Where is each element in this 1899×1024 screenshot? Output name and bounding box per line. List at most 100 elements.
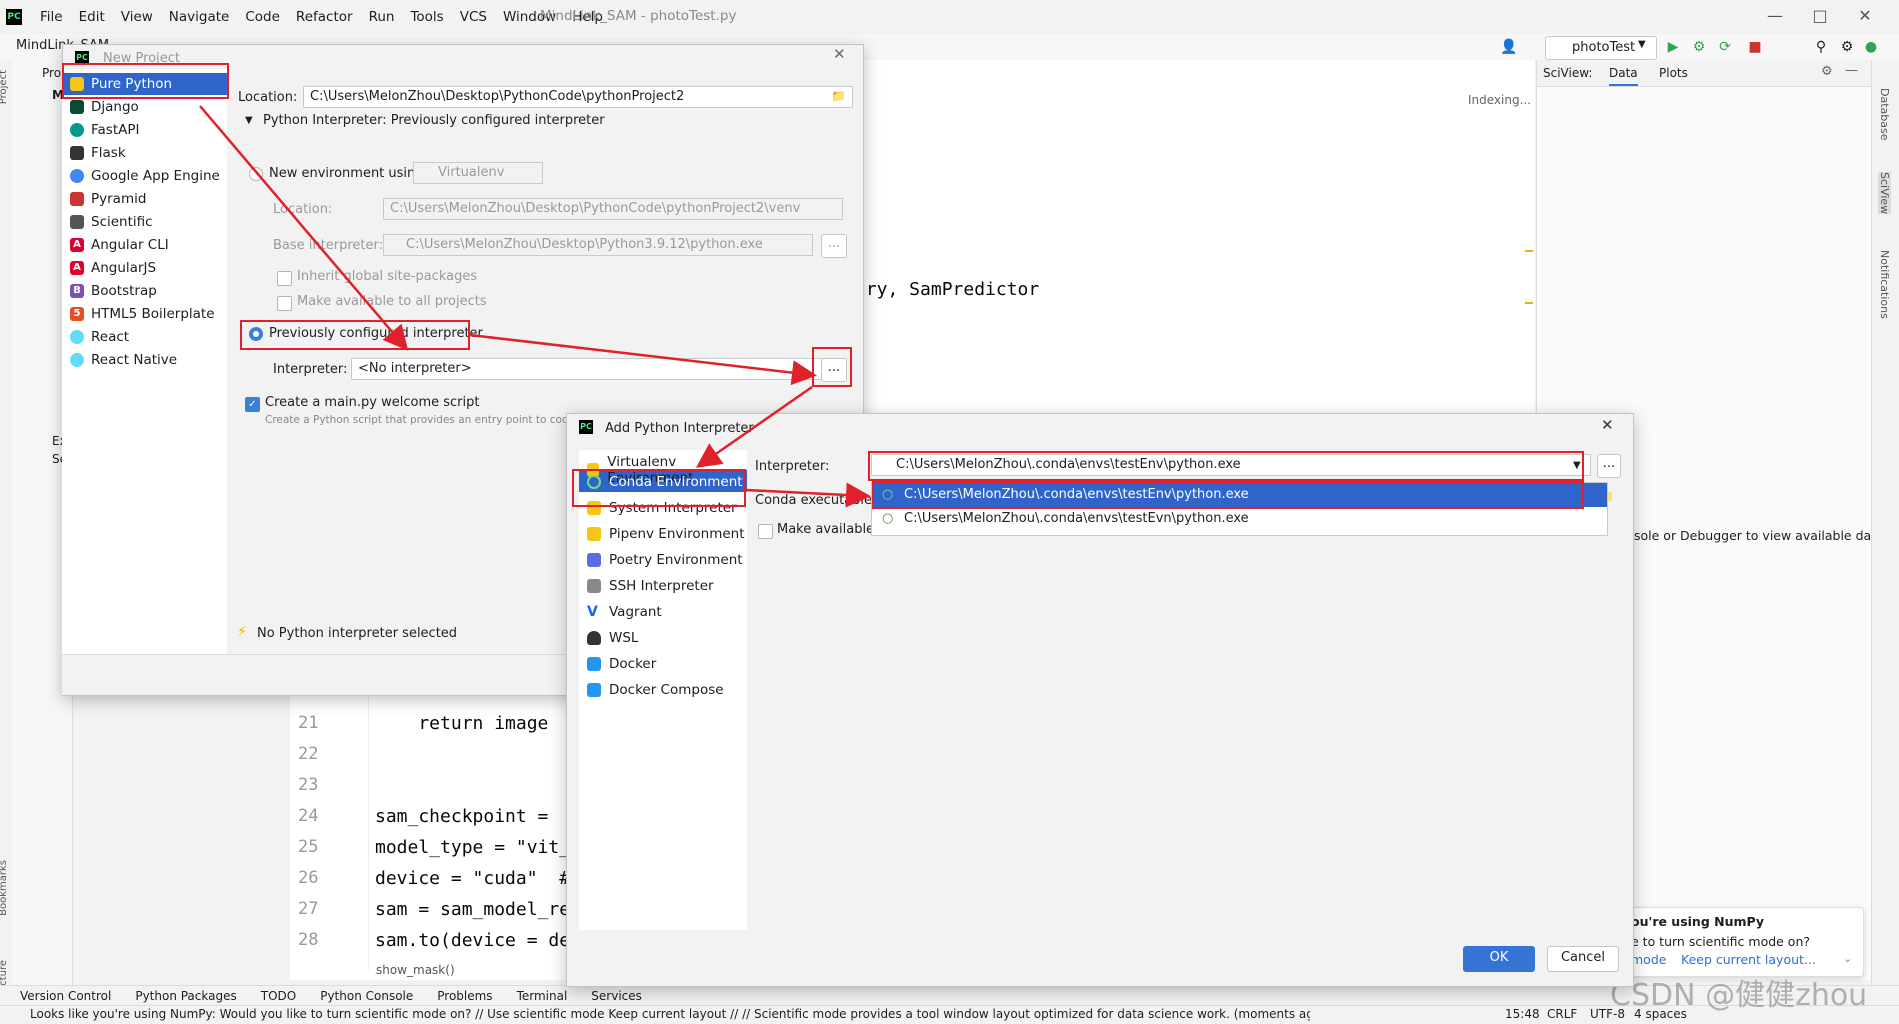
type-docker-compose[interactable]: Docker Compose <box>587 682 724 698</box>
stop-icon[interactable]: ■ <box>1746 38 1764 56</box>
type-docker[interactable]: Docker <box>587 656 656 672</box>
menu-edit[interactable]: Edit <box>71 8 113 26</box>
base-interpreter-select[interactable]: C:\Users\MelonZhou\Desktop\Python3.9.12\… <box>383 234 813 256</box>
chevron-down-icon[interactable]: ▼ <box>245 115 253 126</box>
type-wsl[interactable]: WSL <box>587 630 638 646</box>
run-icon[interactable]: ▶ <box>1664 38 1682 56</box>
project-type-html5[interactable]: 5 HTML5 Boilerplate <box>70 306 215 322</box>
close-window-icon[interactable]: ✕ <box>1850 4 1880 28</box>
warning-icon: ⚡ <box>237 624 247 640</box>
bookmarks-tool-tab[interactable]: Bookmarks <box>0 860 9 916</box>
project-type-flask[interactable]: Flask <box>70 145 126 161</box>
location-label: Location: <box>238 90 298 105</box>
minimize-icon[interactable]: — <box>1760 4 1790 28</box>
make-available-checkbox[interactable] <box>758 524 773 539</box>
menu-file[interactable]: File <box>32 8 71 26</box>
annotation-box <box>572 469 746 507</box>
line-number: 23 <box>298 775 319 795</box>
make-available-label: Make available to all projects <box>297 294 487 309</box>
tool-services[interactable]: Services <box>591 986 642 1005</box>
hide-panel-icon[interactable]: — <box>1845 63 1858 78</box>
status-message[interactable]: Looks like you're using NumPy: Would you… <box>30 1007 1310 1021</box>
annotation-box <box>872 481 1584 509</box>
maximize-icon[interactable]: □ <box>1805 4 1835 28</box>
use-scientific-mode-link[interactable]: mode <box>1631 952 1666 967</box>
project-type-react-native[interactable]: React Native <box>70 352 177 368</box>
location-input[interactable]: C:\Users\MelonZhou\Desktop\PythonCode\py… <box>303 86 853 108</box>
type-pipenv[interactable]: Pipenv Environment <box>587 526 745 542</box>
plugin-icon[interactable]: ● <box>1862 38 1880 56</box>
menu-run[interactable]: Run <box>361 8 403 26</box>
project-tool-tab[interactable]: Project <box>0 70 9 104</box>
close-icon[interactable]: ✕ <box>1601 416 1614 434</box>
annotation-box <box>240 320 470 350</box>
tool-todo[interactable]: TODO <box>261 986 296 1005</box>
debug-icon[interactable]: ⚙ <box>1690 38 1708 56</box>
pycharm-logo-icon: PC <box>6 9 22 25</box>
line-number: 25 <box>298 837 319 857</box>
type-vagrant[interactable]: V Vagrant <box>587 604 662 620</box>
tool-version-control[interactable]: Version Control <box>20 986 111 1005</box>
tool-terminal[interactable]: Terminal <box>517 986 568 1005</box>
annotation-box <box>62 63 229 99</box>
menu-vcs[interactable]: VCS <box>452 8 495 26</box>
project-type-pyramid[interactable]: Pyramid <box>70 191 146 207</box>
close-icon[interactable]: ✕ <box>833 45 846 63</box>
editor-breadcrumb[interactable]: show_mask() <box>376 963 455 977</box>
settings-icon[interactable]: ⚙ <box>1838 38 1856 56</box>
database-tool-tab[interactable]: Database <box>1878 88 1891 141</box>
run-config-dropdown[interactable]: photoTest ▼ <box>1545 36 1657 60</box>
project-type-app-engine[interactable]: Google App Engine <box>70 168 220 184</box>
interpreter-label: Interpreter: <box>273 362 348 377</box>
inherit-packages-checkbox[interactable] <box>277 271 292 286</box>
interpreter-option[interactable]: C:\Users\MelonZhou\.conda\envs\testEvn\p… <box>904 511 1249 526</box>
gear-icon[interactable]: ⚙ <box>1821 64 1833 79</box>
menu-code[interactable]: Code <box>237 8 288 26</box>
base-interpreter-browse-button[interactable]: ... <box>821 234 847 258</box>
tool-python-packages[interactable]: Python Packages <box>135 986 236 1005</box>
keep-layout-link[interactable]: Keep current layout... <box>1681 952 1816 967</box>
interpreter-select[interactable]: <No interpreter> <box>351 358 829 380</box>
interpreter-section-header[interactable]: Python Interpreter: Previously configure… <box>263 113 605 128</box>
env-type-select[interactable]: Virtualenv <box>413 162 543 184</box>
user-icon[interactable]: 👤 <box>1500 38 1518 56</box>
line-gutter: 20 21 22 23 24 25 26 27 28 <box>290 671 369 970</box>
menu-view[interactable]: View <box>113 8 161 26</box>
project-type-angular-cli[interactable]: A Angular CLI <box>70 237 169 253</box>
tool-problems[interactable]: Problems <box>437 986 492 1005</box>
project-type-react[interactable]: React <box>70 329 129 345</box>
new-environment-label: New environment using <box>269 166 424 181</box>
status-line-ending[interactable]: CRLF <box>1547 1007 1577 1021</box>
warning-stripe <box>1525 302 1533 304</box>
folder-icon[interactable]: 📁 <box>831 89 846 103</box>
menu-navigate[interactable]: Navigate <box>161 8 238 26</box>
interpreter-browse-button[interactable]: ... <box>1597 454 1621 478</box>
project-type-bootstrap[interactable]: B Bootstrap <box>70 283 157 299</box>
project-type-django[interactable]: Django <box>70 99 139 115</box>
type-poetry[interactable]: Poetry Environment <box>587 552 743 568</box>
cancel-button[interactable]: Cancel <box>1547 946 1619 972</box>
project-type-fastapi[interactable]: FastAPI <box>70 122 139 138</box>
ok-button[interactable]: OK <box>1463 946 1535 972</box>
notifications-tool-tab[interactable]: Notifications <box>1878 250 1891 319</box>
chevron-down-icon[interactable]: ⌄ <box>1843 952 1852 965</box>
tool-python-console[interactable]: Python Console <box>320 986 413 1005</box>
venv-location-input[interactable]: C:\Users\MelonZhou\Desktop\PythonCode\py… <box>383 198 843 220</box>
tab-data[interactable]: Data <box>1609 66 1638 86</box>
menu-tools[interactable]: Tools <box>402 8 451 26</box>
sciview-tool-tab[interactable]: SciView <box>1878 172 1891 215</box>
type-ssh[interactable]: SSH Interpreter <box>587 578 714 594</box>
new-environment-radio[interactable] <box>249 167 263 181</box>
project-type-angularjs[interactable]: A AngularJS <box>70 260 156 276</box>
menu-refactor[interactable]: Refactor <box>288 8 361 26</box>
search-icon[interactable]: ⚲ <box>1812 38 1830 56</box>
window-title: MindLink_SAM - photoTest.py <box>540 8 737 24</box>
main-script-checkbox[interactable]: ✓ <box>245 397 260 412</box>
project-tab-label[interactable]: Pro <box>42 66 61 80</box>
project-type-list: Pure Python Django FastAPI Flask Google … <box>62 69 227 654</box>
watermark: CSDN @健健zhou <box>1610 978 1868 1013</box>
make-available-checkbox[interactable] <box>277 296 292 311</box>
coverage-icon[interactable]: ⟳ <box>1716 38 1734 56</box>
tab-plots[interactable]: Plots <box>1659 66 1688 80</box>
project-type-scientific[interactable]: Scientific <box>70 214 153 230</box>
